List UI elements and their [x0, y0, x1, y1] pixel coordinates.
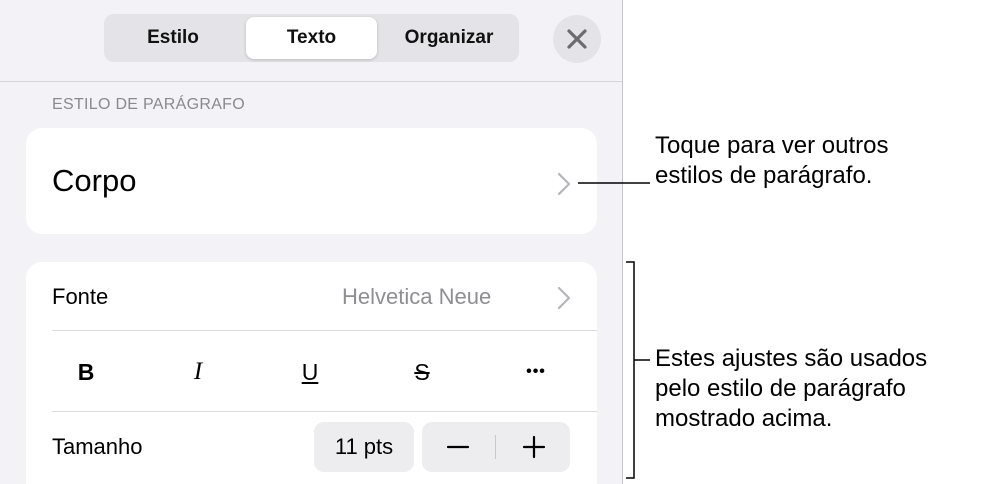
callout-line: pelo estilo de parágrafo	[655, 375, 906, 402]
callout-settings: Estes ajustes são usados pelo estilo de …	[655, 344, 927, 434]
callout-line: mostrado acima.	[655, 405, 833, 432]
callout-line: estilos de parágrafo.	[655, 162, 873, 189]
callout-line: Estes ajustes são usados	[655, 345, 928, 372]
callout-line: Toque para ver outros	[655, 132, 889, 159]
callout-paragraph-style: Toque para ver outros estilos de parágra…	[655, 131, 888, 191]
